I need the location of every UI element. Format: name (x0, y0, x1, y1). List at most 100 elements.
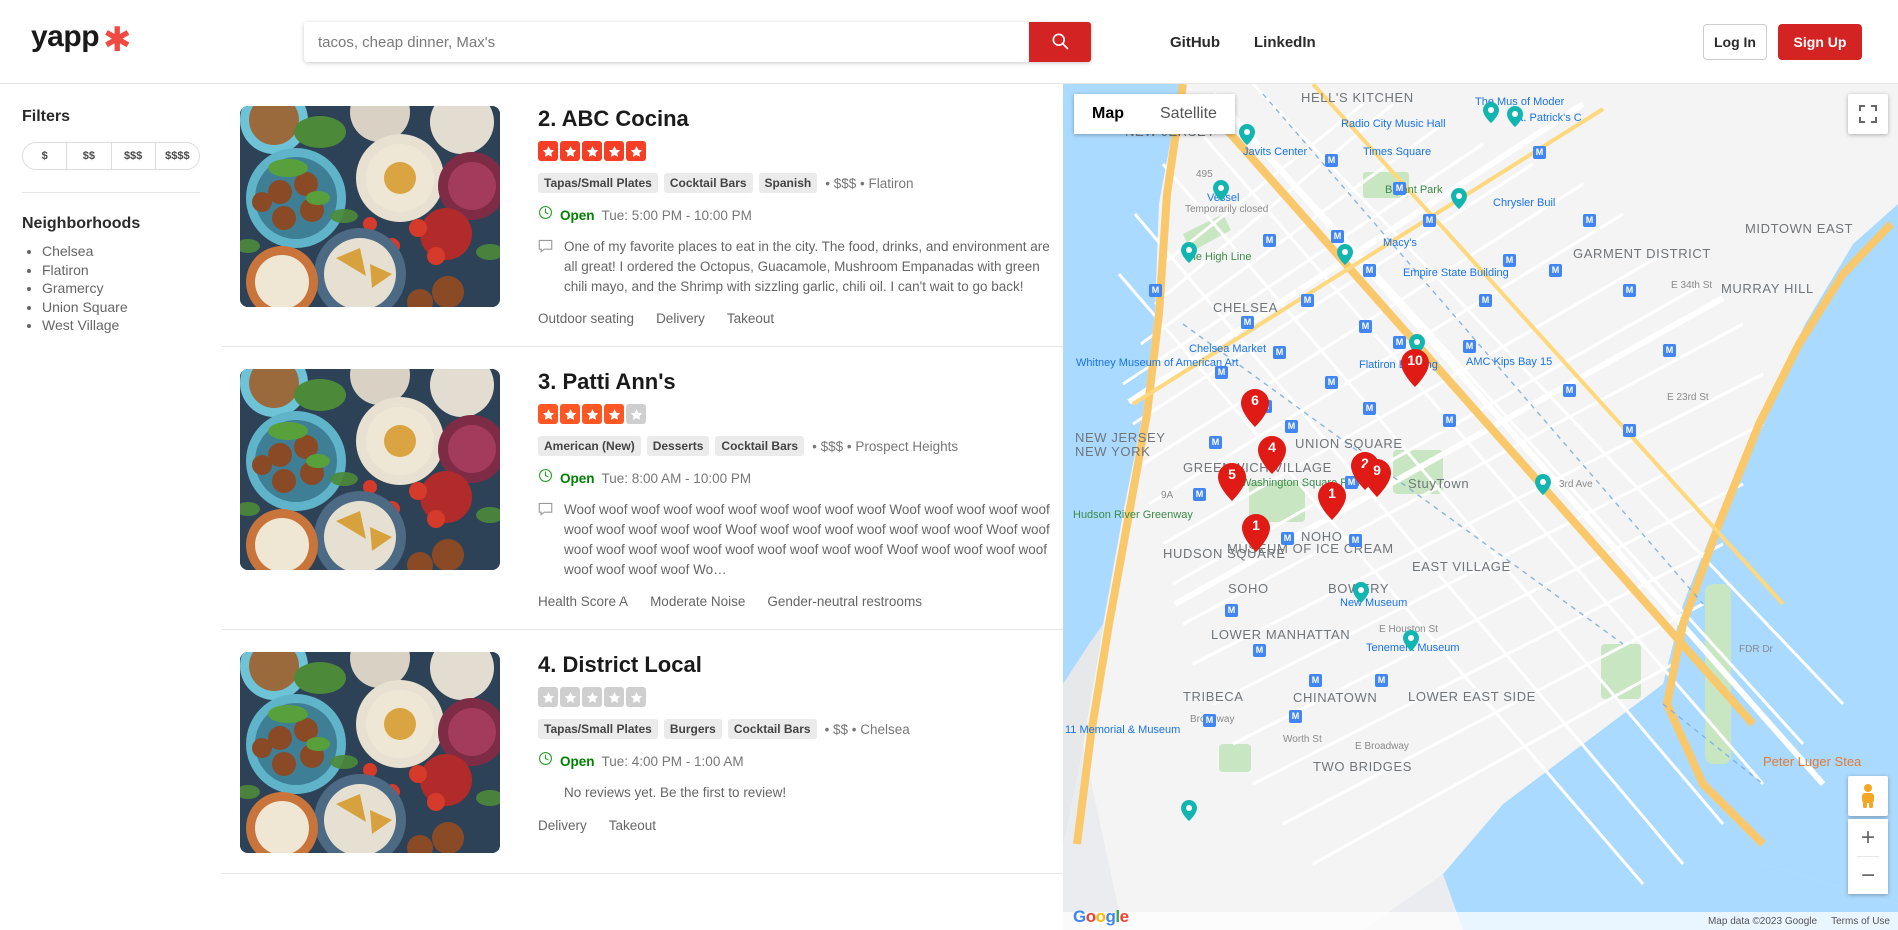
map-poi-pin[interactable] (1353, 582, 1369, 603)
subway-station-icon[interactable]: M (1285, 420, 1298, 433)
price-filter-2[interactable]: $$ (67, 143, 112, 169)
price-filter-3[interactable]: $$$ (111, 143, 156, 169)
map-poi-pin[interactable] (1213, 180, 1229, 201)
subway-station-icon[interactable]: M (1463, 340, 1476, 353)
result-card[interactable]: 3. Patti Ann's American (New) Desserts Coc… (222, 347, 1063, 630)
subway-station-icon[interactable]: M (1241, 316, 1254, 329)
subway-station-icon[interactable]: M (1363, 402, 1376, 415)
category-tag[interactable]: Spanish (758, 173, 818, 193)
subway-station-icon[interactable]: M (1193, 488, 1206, 501)
map-poi-pin[interactable] (1483, 102, 1499, 123)
map-result-pin[interactable]: 4 (1258, 436, 1286, 474)
attribute-item[interactable]: Takeout (609, 818, 656, 833)
map-poi-pin[interactable] (1181, 242, 1197, 263)
subway-station-icon[interactable]: M (1479, 294, 1492, 307)
attribute-item[interactable]: Gender-neutral restrooms (767, 594, 922, 609)
restaurant-photo[interactable] (240, 652, 500, 853)
map-type-map[interactable]: Map (1074, 94, 1142, 134)
nav-link-github[interactable]: GitHub (1170, 34, 1220, 51)
results-map[interactable]: MIDTOWN EAST GARMENT DISTRICT MURRAY HILL C… (1063, 84, 1898, 930)
map-result-pin[interactable]: 6 (1241, 389, 1269, 427)
rating-stars[interactable] (538, 687, 1063, 707)
rating-star[interactable] (538, 404, 558, 424)
subway-station-icon[interactable]: M (1623, 284, 1636, 297)
rating-star[interactable] (560, 687, 580, 707)
rating-star[interactable] (604, 404, 624, 424)
category-tag[interactable]: Cocktail Bars (663, 173, 753, 193)
search-results-list[interactable]: 2. ABC Cocina Tapas/Small Plates Cocktail… (222, 84, 1063, 930)
subway-station-icon[interactable]: M (1349, 534, 1362, 547)
subway-station-icon[interactable]: M (1443, 414, 1456, 427)
zoom-in-button[interactable]: + (1848, 819, 1888, 856)
category-tag[interactable]: Burgers (663, 719, 722, 739)
attribute-item[interactable]: Health Score A (538, 594, 628, 609)
result-card[interactable]: 2. ABC Cocina Tapas/Small Plates Cocktail… (222, 84, 1063, 347)
restaurant-name[interactable]: 2. ABC Cocina (538, 106, 1063, 132)
map-poi-pin[interactable] (1507, 106, 1523, 127)
rating-star[interactable] (582, 687, 602, 707)
rating-star[interactable] (560, 404, 580, 424)
rating-star[interactable] (604, 687, 624, 707)
map-type-satellite[interactable]: Satellite (1142, 94, 1235, 134)
subway-station-icon[interactable]: M (1253, 644, 1266, 657)
attribute-item[interactable]: Delivery (656, 311, 705, 326)
rating-stars[interactable] (538, 404, 1063, 424)
rating-star[interactable] (626, 687, 646, 707)
map-result-pin[interactable]: 9 (1363, 459, 1391, 497)
neighborhood-item[interactable]: Gramercy (42, 280, 200, 298)
map-poi-pin[interactable] (1451, 188, 1467, 209)
neighborhood-item[interactable]: Flatiron (42, 262, 200, 280)
subway-station-icon[interactable]: M (1503, 254, 1516, 267)
zoom-out-button[interactable]: − (1848, 857, 1888, 894)
logo[interactable]: yapp ✱ (31, 20, 132, 58)
subway-station-icon[interactable]: M (1203, 714, 1216, 727)
attribute-item[interactable]: Outdoor seating (538, 311, 634, 326)
rating-star[interactable] (604, 141, 624, 161)
subway-station-icon[interactable]: M (1393, 336, 1406, 349)
rating-star[interactable] (582, 404, 602, 424)
map-result-pin[interactable]: 1 (1318, 482, 1346, 520)
rating-star[interactable] (560, 141, 580, 161)
subway-station-icon[interactable]: M (1583, 214, 1596, 227)
category-tag[interactable]: Desserts (646, 436, 710, 456)
category-tag[interactable]: American (New) (538, 436, 641, 456)
map-result-pin[interactable]: 10 (1401, 349, 1429, 387)
sign-up-button[interactable]: Sign Up (1778, 24, 1862, 60)
subway-station-icon[interactable]: M (1289, 710, 1302, 723)
rating-star[interactable] (582, 141, 602, 161)
map-result-pin[interactable]: 1 (1242, 514, 1270, 552)
pegman-icon[interactable] (1848, 776, 1888, 816)
subway-station-icon[interactable]: M (1359, 320, 1372, 333)
price-filter-1[interactable]: $ (23, 143, 68, 169)
category-tag[interactable]: Cocktail Bars (715, 436, 805, 456)
log-in-button[interactable]: Log In (1703, 24, 1767, 60)
neighborhood-item[interactable]: Chelsea (42, 243, 200, 261)
search-button[interactable] (1029, 22, 1091, 62)
map-poi-pin[interactable] (1337, 244, 1353, 265)
rating-star[interactable] (626, 404, 646, 424)
subway-station-icon[interactable]: M (1149, 284, 1162, 297)
restaurant-photo[interactable] (240, 106, 500, 307)
rating-star[interactable] (538, 141, 558, 161)
restaurant-name[interactable]: 3. Patti Ann's (538, 369, 1063, 395)
map-poi-pin[interactable] (1535, 474, 1551, 495)
attribute-item[interactable]: Moderate Noise (650, 594, 745, 609)
subway-station-icon[interactable]: M (1325, 376, 1338, 389)
neighborhood-item[interactable]: West Village (42, 317, 200, 335)
map-terms-link[interactable]: Terms of Use (1831, 916, 1890, 927)
rating-star[interactable] (626, 141, 646, 161)
subway-station-icon[interactable]: M (1225, 604, 1238, 617)
subway-station-icon[interactable]: M (1623, 424, 1636, 437)
fullscreen-icon[interactable] (1848, 94, 1888, 134)
subway-station-icon[interactable]: M (1393, 182, 1406, 195)
subway-station-icon[interactable]: M (1309, 674, 1322, 687)
category-tag[interactable]: Tapas/Small Plates (538, 719, 658, 739)
attribute-item[interactable]: Delivery (538, 818, 587, 833)
rating-stars[interactable] (538, 141, 1063, 161)
subway-station-icon[interactable]: M (1331, 230, 1344, 243)
subway-station-icon[interactable]: M (1273, 346, 1286, 359)
nav-link-linkedin[interactable]: LinkedIn (1254, 34, 1316, 51)
rating-star[interactable] (538, 687, 558, 707)
subway-station-icon[interactable]: M (1263, 234, 1276, 247)
subway-station-icon[interactable]: M (1209, 436, 1222, 449)
